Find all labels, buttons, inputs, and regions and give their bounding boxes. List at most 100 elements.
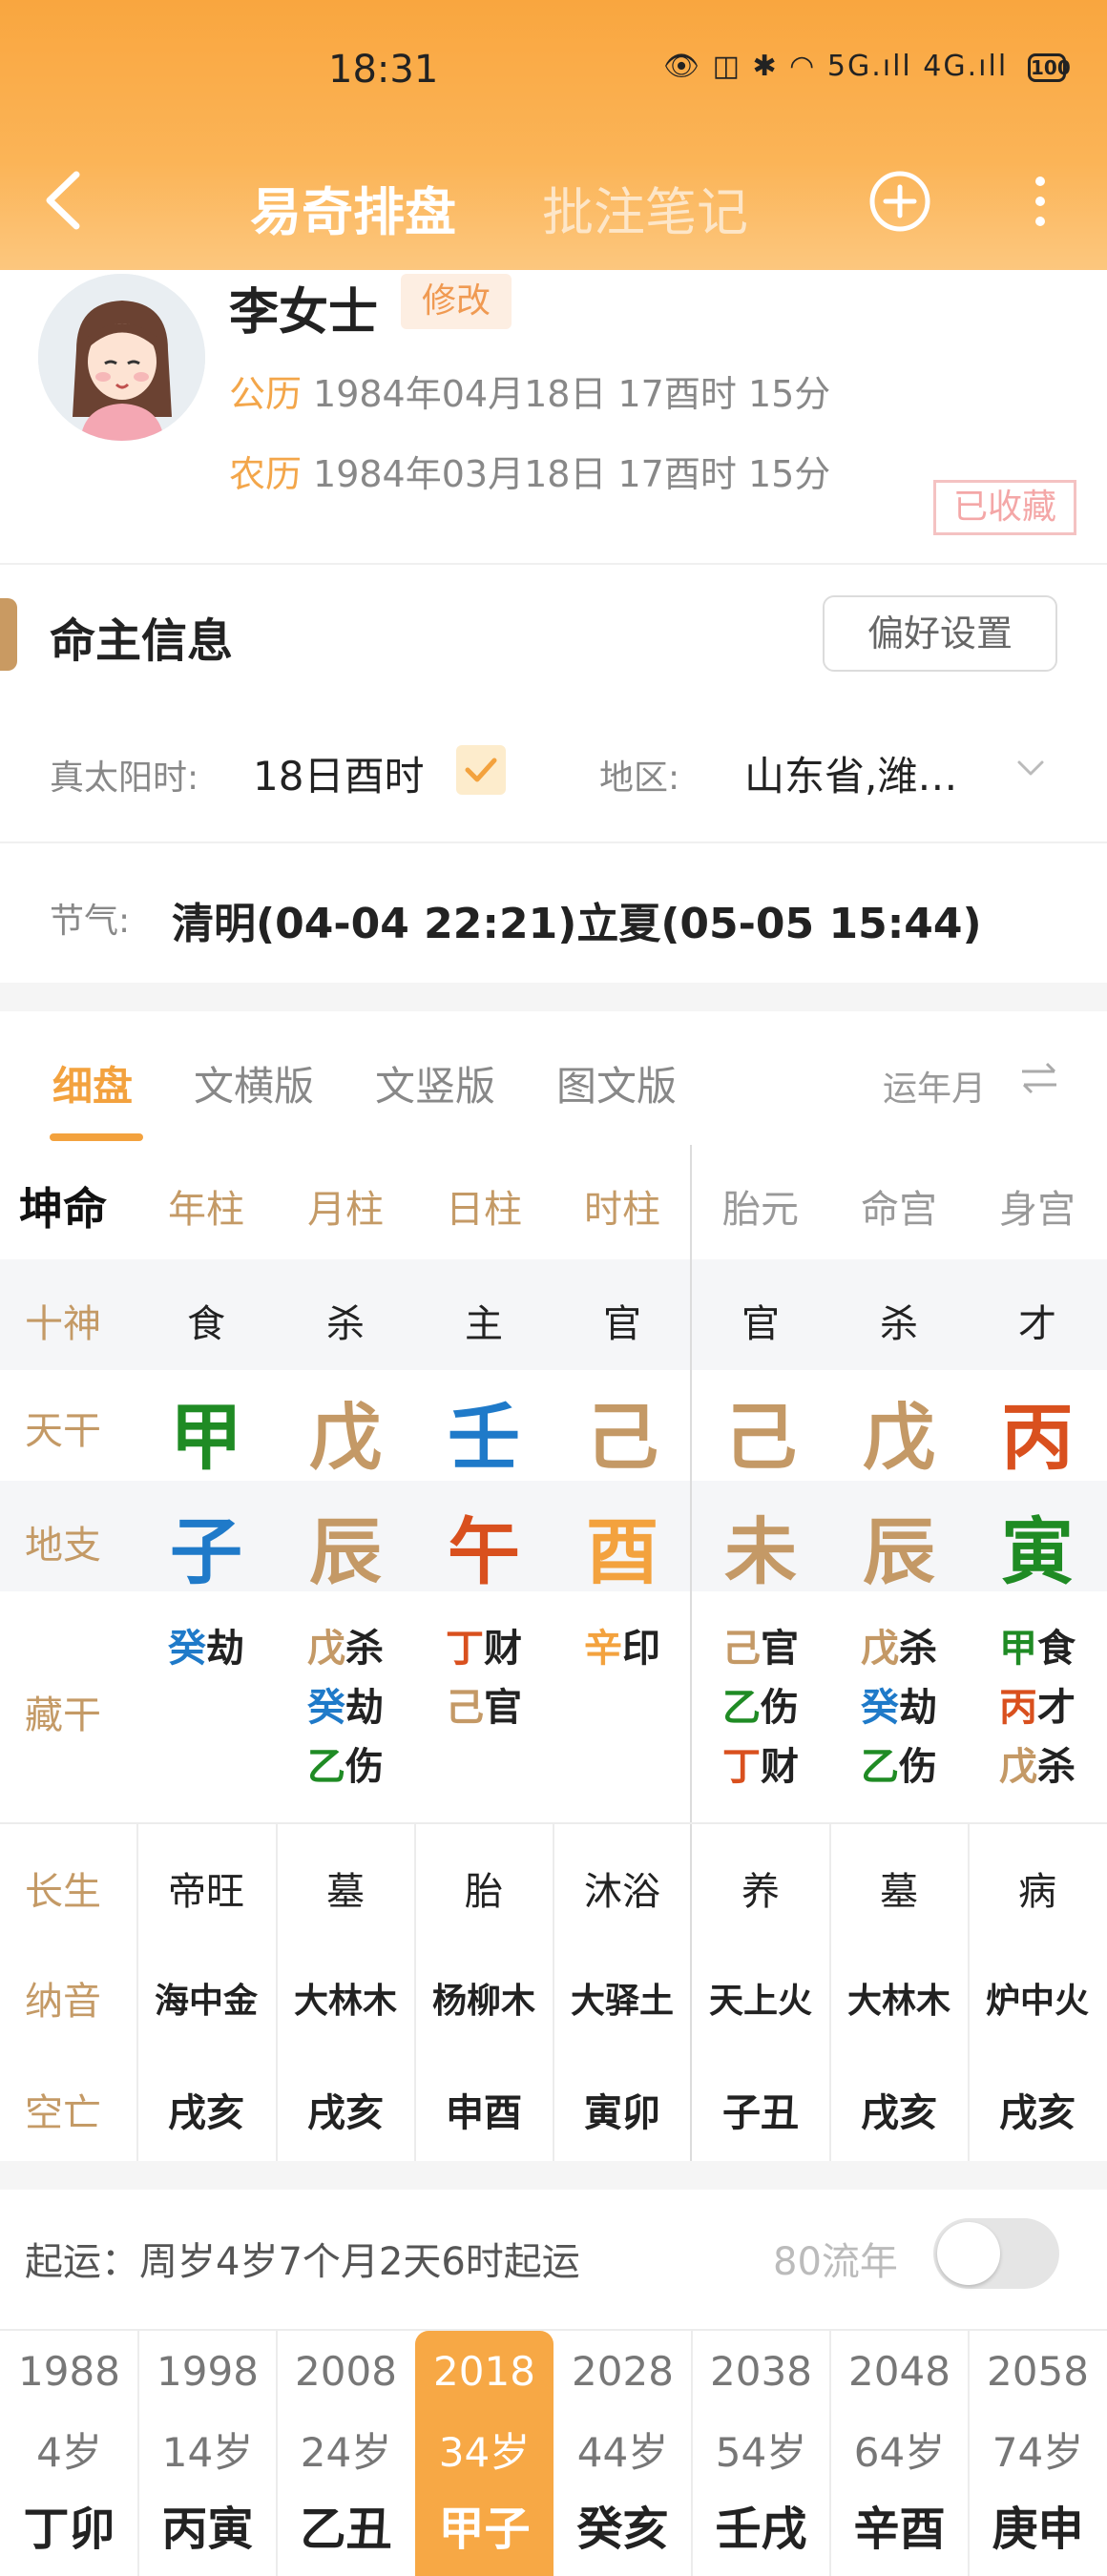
column-header: 日柱 [446, 1188, 522, 1232]
liunian-toggle[interactable] [933, 2218, 1059, 2289]
changsheng-cell: 帝旺 [168, 1870, 244, 1914]
grid-line [136, 1822, 138, 2161]
canggan-stem: 癸 [861, 1686, 899, 1730]
region-dropdown[interactable] [1014, 752, 1047, 784]
shishen-cell: 食 [187, 1302, 225, 1346]
chevron-left-icon [46, 171, 80, 230]
dayun-age: 44岁 [576, 2429, 669, 2476]
dayun-item[interactable]: 2008 24岁 乙丑 [277, 2331, 415, 2576]
edit-button[interactable]: 修改 [401, 274, 512, 329]
solar-time-value[interactable]: 18日酉时 [253, 744, 424, 802]
canggan-shishen: 食 [1037, 1627, 1076, 1671]
dayun-year: 2058 [987, 2348, 1089, 2395]
canggan-stem: 丙 [999, 1686, 1037, 1730]
column-separator [690, 1145, 692, 2161]
tiangan-cell: 己 [586, 1395, 658, 1480]
solar-label: 公历 [229, 373, 303, 415]
dayun-separator [829, 2331, 831, 2576]
kongwang-cell: 申酉 [446, 2091, 522, 2135]
dayun-item[interactable]: 1998 14岁 丙寅 [138, 2331, 277, 2576]
canggan-shishen: 伤 [345, 1745, 384, 1789]
canggan-item: 甲食 [971, 1619, 1104, 1678]
tab-xipan[interactable]: 细盘 [52, 1054, 133, 1112]
nayin-cell: 炉中火 [985, 1982, 1089, 2021]
preference-settings-button[interactable]: 偏好设置 [823, 595, 1057, 672]
dayun-item[interactable]: 2018 34岁 甲子 [415, 2331, 554, 2576]
dayun-year: 2038 [710, 2348, 812, 2395]
tiangan-cell: 甲 [170, 1395, 242, 1480]
yun-year-month-toggle[interactable]: 运年月 [883, 1061, 986, 1111]
kongwang-cell: 戌亥 [168, 2091, 244, 2135]
dayun-item[interactable]: 1988 4岁 丁卯 [0, 2331, 138, 2576]
divider [0, 563, 1107, 565]
canggan-item: 乙伤 [279, 1737, 412, 1797]
section-gap [0, 983, 1107, 1011]
dayun-age: 54岁 [715, 2429, 807, 2476]
profile-name: 李女士 [229, 284, 379, 342]
grid-line [0, 1822, 1107, 1824]
app-header: 18:31 👁 ◫ ✱ ◠ 5G.ıll 4G.ıll 100 易奇排盘 批注笔… [0, 0, 1107, 270]
favorited-stamp[interactable]: 已收藏 [933, 480, 1076, 535]
changsheng-cell: 病 [1018, 1870, 1056, 1914]
nayin-cell: 大林木 [846, 1982, 950, 2021]
canggan-item: 丁财 [694, 1737, 827, 1797]
more-button[interactable] [1021, 170, 1059, 233]
dayun-item[interactable]: 2028 44岁 癸亥 [554, 2331, 692, 2576]
canggan-stem: 乙 [861, 1745, 899, 1789]
canggan-shishen: 劫 [345, 1686, 384, 1730]
changsheng-cell: 墓 [880, 1870, 918, 1914]
battery-icon: 100 [1028, 53, 1071, 82]
back-button[interactable] [38, 167, 95, 234]
canggan-item: 丁财 [417, 1619, 551, 1678]
canggan-item: 丙才 [971, 1678, 1104, 1737]
status-icons: 👁 ◫ ✱ ◠ 5G.ıll 4G.ıll [663, 50, 1009, 83]
dayun-separator [137, 2331, 139, 2576]
nayin-cell: 大林木 [293, 1982, 397, 2021]
tab-paipan[interactable]: 易奇排盘 [250, 170, 456, 245]
grid-line [829, 1822, 831, 2161]
shishen-cell: 才 [1018, 1302, 1056, 1346]
add-button[interactable] [868, 170, 931, 233]
canggan-shishen: 官 [761, 1627, 799, 1671]
tab-tuwenban[interactable]: 图文版 [556, 1054, 677, 1112]
tab-wenhengban[interactable]: 文横版 [194, 1054, 314, 1112]
row-label-tiangan: 天干 [25, 1409, 101, 1453]
dayun-item[interactable]: 2038 54岁 壬戌 [692, 2331, 830, 2576]
gender-label: 坤命 [19, 1183, 107, 1235]
canggan-shishen: 伤 [899, 1745, 937, 1789]
solar-time-label: 真太阳时: [50, 758, 199, 798]
swap-icon [1022, 1062, 1056, 1094]
canggan-item: 戊杀 [971, 1737, 1104, 1797]
dayun-item[interactable]: 2058 74岁 庚申 [969, 2331, 1107, 2576]
nayin-cell: 海中金 [154, 1982, 258, 2021]
canggan-stem: 己 [446, 1686, 484, 1730]
solar-time-checkbox[interactable] [456, 745, 506, 795]
avatar[interactable] [38, 274, 205, 441]
tab-notes[interactable]: 批注笔记 [542, 170, 748, 245]
tab-wenshuban[interactable]: 文竖版 [375, 1054, 495, 1112]
region-value[interactable]: 山东省,潍… [744, 744, 957, 802]
dayun-item[interactable]: 2048 64岁 辛酉 [830, 2331, 969, 2576]
swap-button[interactable] [1016, 1059, 1062, 1097]
column-header: 命宫 [861, 1188, 937, 1232]
dizhi-cell: 酉 [586, 1509, 658, 1594]
canggan-stem: 乙 [722, 1686, 761, 1730]
canggan-shishen: 杀 [345, 1627, 384, 1671]
status-time: 18:31 [328, 48, 439, 92]
region-label: 地区: [599, 758, 680, 798]
divider [0, 841, 1107, 843]
tiangan-cell: 壬 [448, 1395, 520, 1480]
dayun-ganzhi: 癸亥 [576, 2503, 669, 2556]
dayun-separator [691, 2331, 693, 2576]
shishen-cell: 官 [603, 1302, 641, 1346]
lunar-label: 农历 [229, 453, 303, 495]
dayun-age: 64岁 [853, 2429, 946, 2476]
dizhi-cell: 辰 [863, 1509, 935, 1594]
dizhi-cell: 未 [724, 1509, 797, 1594]
shishen-cell: 杀 [326, 1302, 365, 1346]
canggan-item: 癸劫 [832, 1678, 966, 1737]
shishen-cell: 主 [465, 1302, 503, 1346]
canggan-item: 己官 [417, 1678, 551, 1737]
dayun-separator [968, 2331, 970, 2576]
dayun-separator [276, 2331, 278, 2576]
